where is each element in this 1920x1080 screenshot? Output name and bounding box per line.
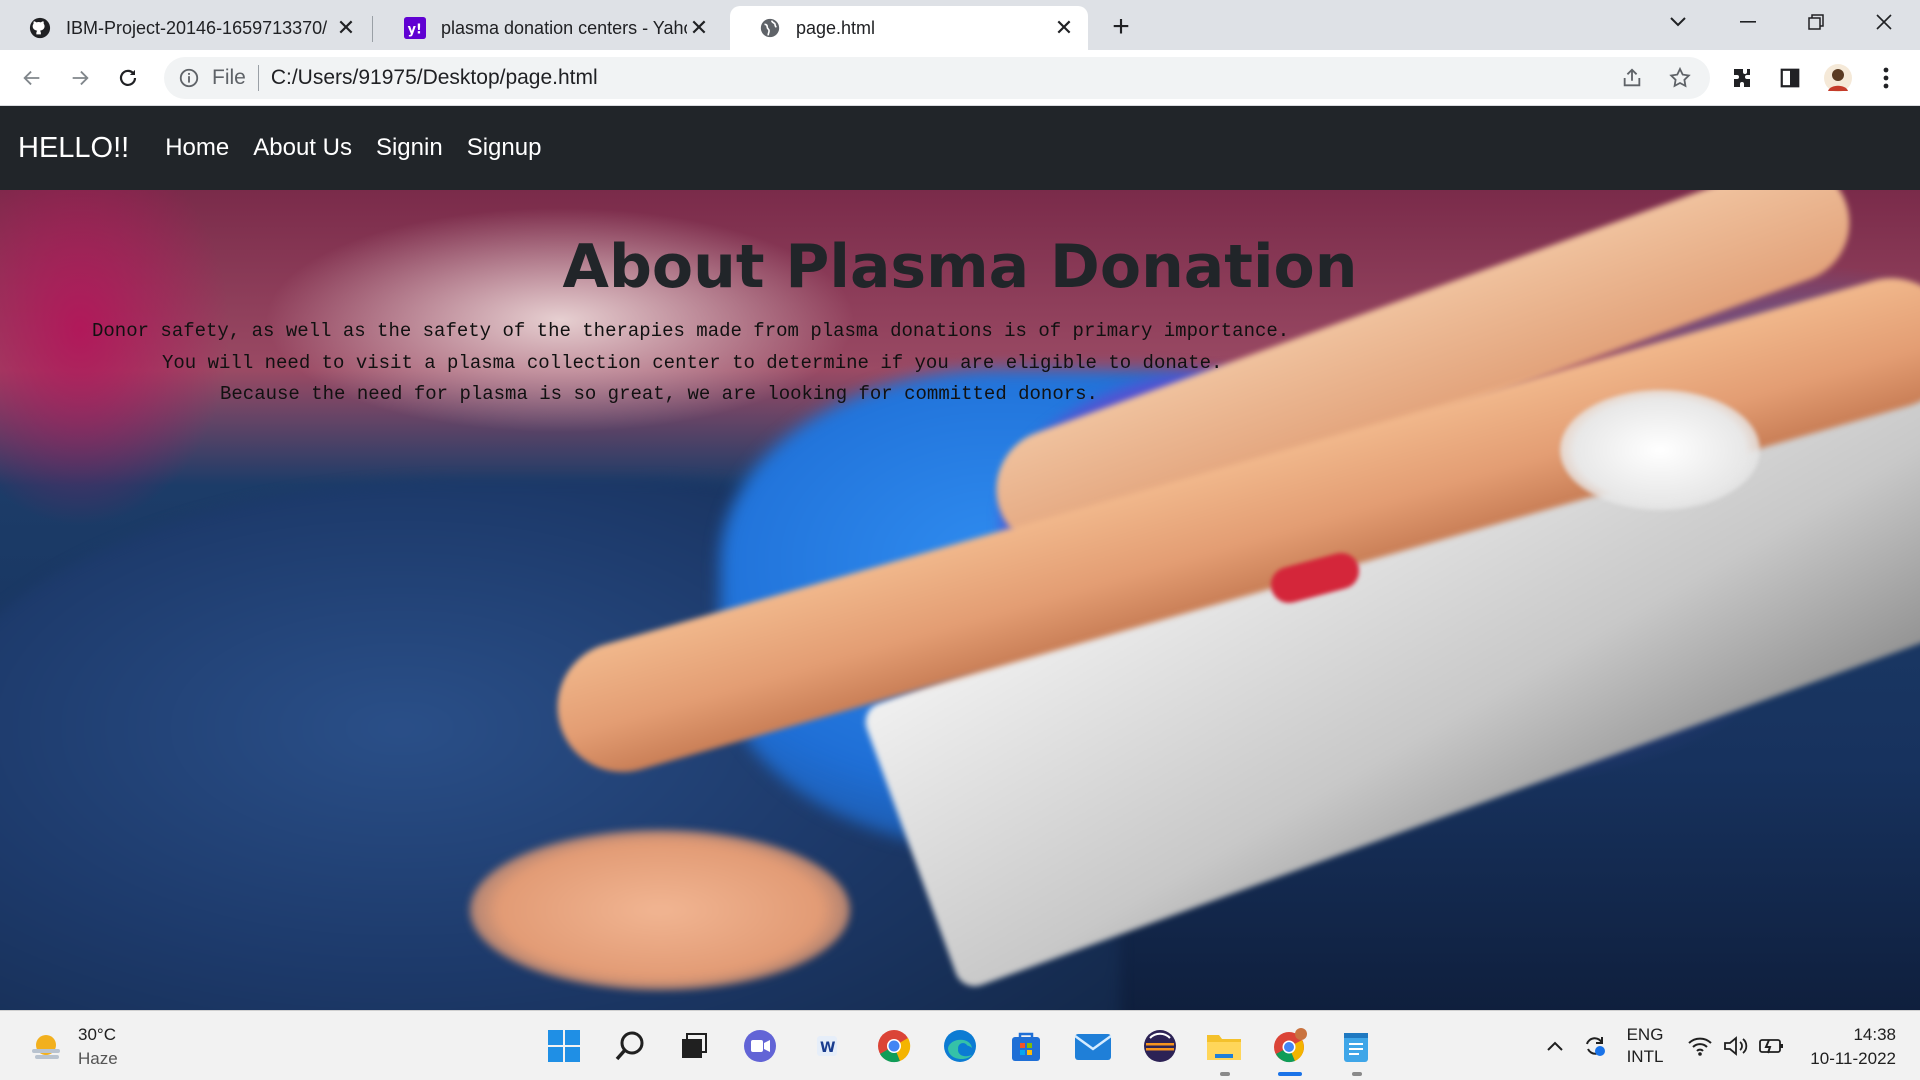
close-icon[interactable]: ✕ — [687, 15, 711, 40]
browser-toolbar: File C:/Users/91975/Desktop/page.html — [0, 50, 1920, 106]
wifi-icon[interactable] — [1684, 1011, 1716, 1080]
running-indicator — [1352, 1072, 1362, 1076]
hero-paragraph-line: You will need to visit a plasma collecti… — [162, 352, 1223, 374]
web-page: HELLO!! Home About Us Signin Signup Abou… — [0, 106, 1920, 1010]
tab-search-icon[interactable] — [1648, 4, 1708, 40]
menu-kebab-icon[interactable] — [1868, 60, 1904, 96]
mail-icon[interactable] — [1071, 1024, 1115, 1068]
profile-avatar[interactable] — [1820, 60, 1856, 96]
share-icon[interactable] — [1614, 60, 1650, 96]
browser-tab-github[interactable]: IBM-Project-20146-1659713370/ ✕ — [0, 6, 370, 50]
file-explorer-icon[interactable] — [1202, 1024, 1246, 1068]
volume-icon[interactable] — [1720, 1011, 1752, 1080]
browser-tab-yahoo[interactable]: y! plasma donation centers - Yahoo ✕ — [375, 6, 723, 50]
tab-divider — [372, 16, 373, 42]
svg-text:W: W — [820, 1040, 835, 1056]
tab-title: IBM-Project-20146-1659713370/ — [66, 17, 328, 38]
clock-date: 10-11-2022 — [1810, 1049, 1896, 1068]
tray-overflow-chevron-icon[interactable] — [1540, 1011, 1570, 1080]
language-line2: INTL — [1626, 1047, 1664, 1066]
reload-button[interactable] — [110, 60, 146, 96]
minimize-button[interactable] — [1718, 4, 1778, 40]
hero-section: About Plasma Donation Donor safety, as w… — [0, 190, 1920, 1010]
info-icon[interactable] — [176, 65, 202, 91]
site-navbar: HELLO!! Home About Us Signin Signup — [0, 106, 1920, 190]
new-tab-button[interactable]: + — [1104, 10, 1138, 44]
svg-text:y!: y! — [408, 23, 422, 38]
bookmark-star-icon[interactable] — [1662, 60, 1698, 96]
search-icon[interactable] — [608, 1024, 652, 1068]
site-brand[interactable]: HELLO!! — [18, 132, 129, 165]
scheme-label: File — [212, 66, 246, 89]
sync-icon[interactable] — [1578, 1011, 1612, 1080]
running-indicator — [1220, 1072, 1230, 1076]
close-icon[interactable]: ✕ — [1052, 15, 1076, 40]
forward-button[interactable] — [62, 60, 98, 96]
weather-temperature: 30°C — [78, 1025, 116, 1044]
battery-charging-icon[interactable] — [1756, 1011, 1788, 1080]
close-icon[interactable]: ✕ — [334, 15, 358, 40]
windows-start-icon[interactable] — [542, 1024, 586, 1068]
nav-link-signup[interactable]: Signup — [467, 134, 542, 162]
nav-link-home[interactable]: Home — [165, 134, 229, 162]
weather-widget[interactable]: 30°C Haze — [26, 1023, 118, 1071]
language-line1: ENG — [1626, 1025, 1664, 1044]
github-icon — [28, 16, 52, 40]
url-text[interactable]: C:/Users/91975/Desktop/page.html — [271, 66, 1614, 90]
nav-link-signin[interactable]: Signin — [376, 134, 443, 162]
browser-tab-page-active[interactable]: page.html ✕ — [730, 6, 1088, 50]
hero-paragraph-line: Because the need for plasma is so great,… — [220, 383, 1098, 405]
yahoo-icon: y! — [403, 16, 427, 40]
active-app-indicator — [1278, 1072, 1302, 1076]
windows-taskbar: 30°C Haze W ENG INTL 14:38 10-11-2022 — [0, 1010, 1920, 1080]
nav-link-about-us[interactable]: About Us — [253, 134, 352, 162]
microsoft-store-icon[interactable] — [1004, 1024, 1048, 1068]
tab-strip: IBM-Project-20146-1659713370/ ✕ y! plasm… — [0, 0, 1920, 50]
notepad-icon[interactable] — [1334, 1024, 1378, 1068]
teams-chat-icon[interactable] — [738, 1024, 782, 1068]
weather-condition: Haze — [78, 1049, 118, 1068]
restore-button[interactable] — [1786, 4, 1846, 40]
omnibox-divider — [257, 65, 259, 91]
haze-weather-icon — [32, 1035, 60, 1059]
system-clock[interactable]: 14:38 10-11-2022 — [1810, 1023, 1896, 1071]
task-view-icon[interactable] — [672, 1024, 716, 1068]
edge-icon[interactable] — [938, 1024, 982, 1068]
language-indicator[interactable]: ENG INTL — [1620, 1011, 1670, 1080]
eclipse-ide-icon[interactable] — [1138, 1024, 1182, 1068]
extensions-icon[interactable] — [1724, 60, 1760, 96]
tab-title: plasma donation centers - Yahoo — [441, 17, 687, 38]
tab-title: page.html — [796, 17, 876, 38]
address-bar[interactable]: File C:/Users/91975/Desktop/page.html — [164, 57, 1710, 99]
hero-title: About Plasma Donation — [562, 232, 1358, 302]
hero-paragraph-line: Donor safety, as well as the safety of t… — [92, 320, 1290, 342]
word-pad-app-icon[interactable]: W — [805, 1024, 849, 1068]
chrome-icon[interactable] — [872, 1024, 916, 1068]
close-window-button[interactable] — [1854, 4, 1914, 40]
side-panel-icon[interactable] — [1772, 60, 1808, 96]
clock-time: 14:38 — [1853, 1025, 1896, 1044]
back-button[interactable] — [14, 60, 50, 96]
globe-icon — [758, 16, 782, 40]
chrome-profile-icon[interactable] — [1268, 1024, 1312, 1068]
